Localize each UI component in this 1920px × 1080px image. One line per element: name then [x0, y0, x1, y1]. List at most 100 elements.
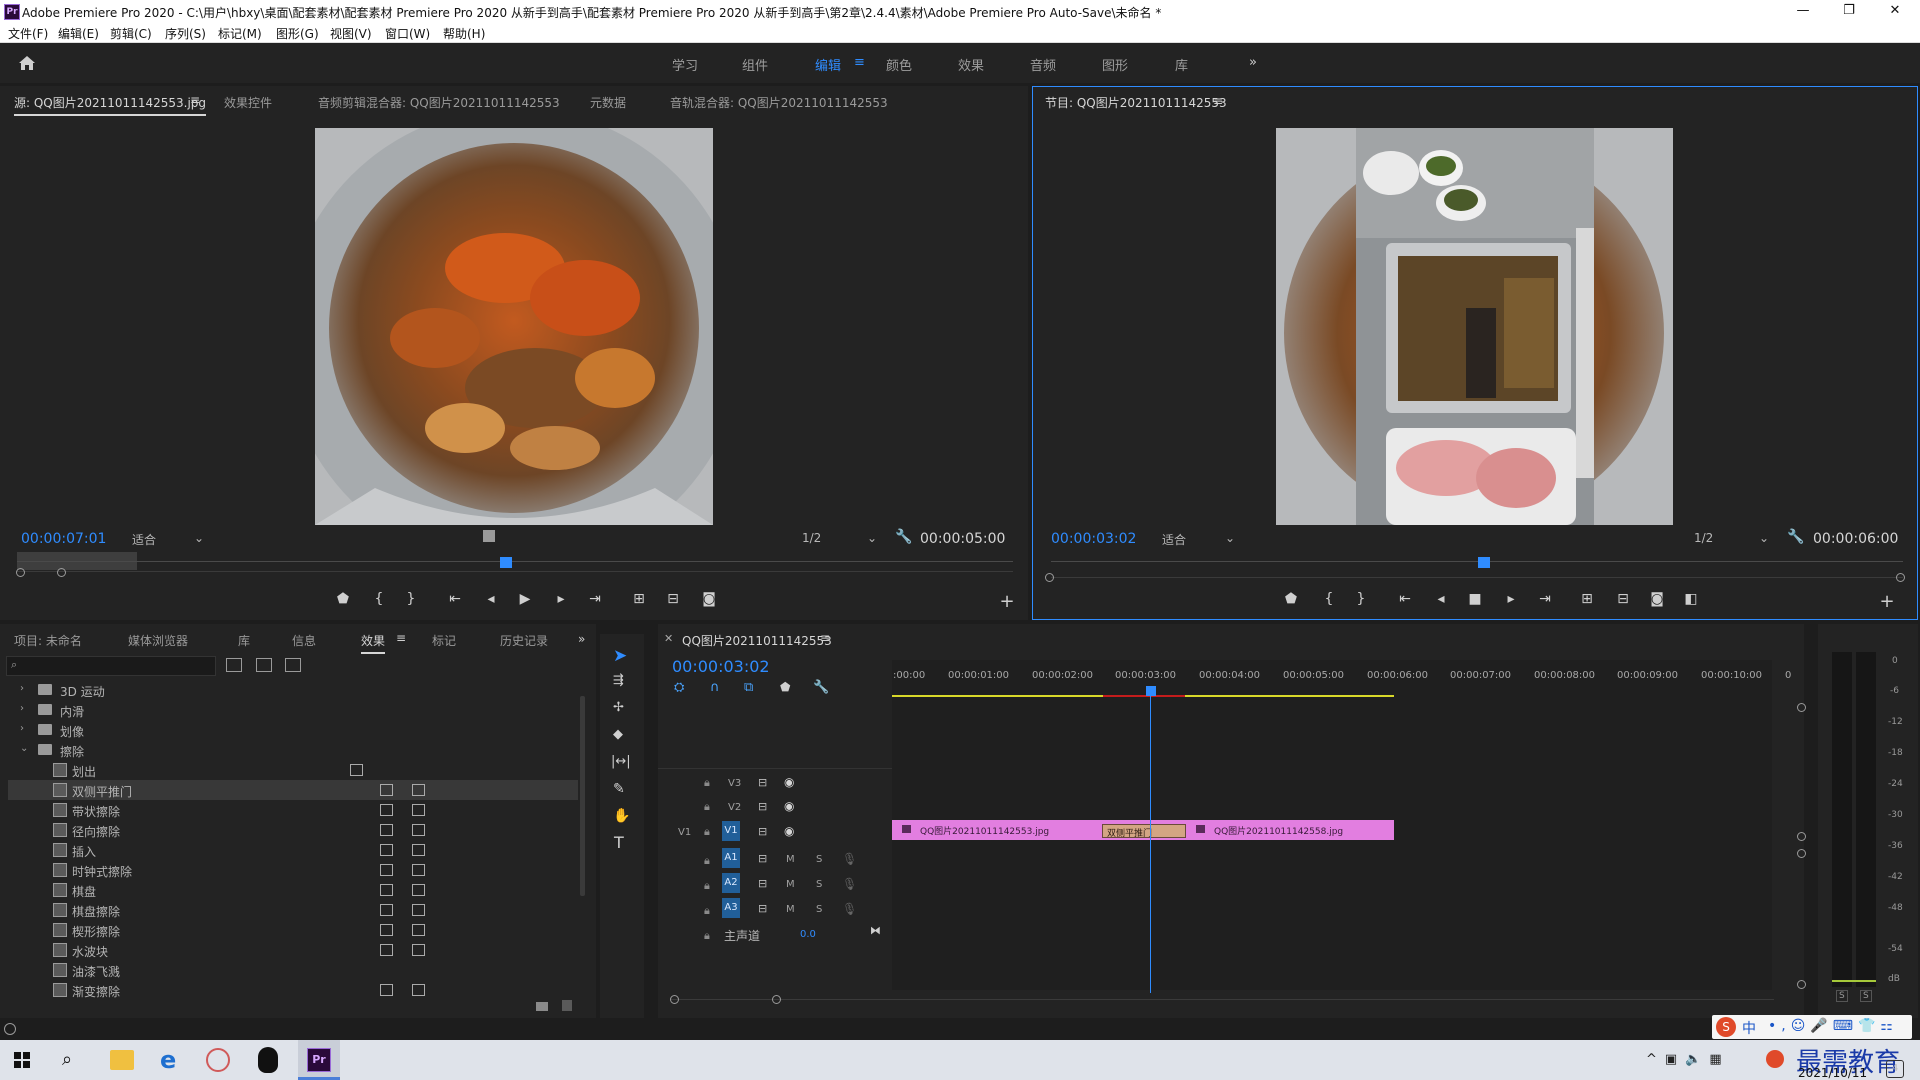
zoom-handle-left[interactable] — [16, 568, 25, 577]
lock-icon[interactable]: 🔒︎ — [704, 800, 710, 814]
effect-item[interactable]: 划出 — [8, 760, 578, 780]
mute-button[interactable]: M — [786, 854, 795, 865]
microphone-icon[interactable]: 🎙︎ — [842, 877, 857, 891]
tab-program[interactable]: 节目: QQ图片20211011142553 — [1045, 94, 1227, 111]
go-to-in-icon[interactable]: ⇤ — [1394, 591, 1416, 607]
scroll-handle[interactable] — [1797, 703, 1806, 712]
extract-icon[interactable]: ⊟ — [1612, 591, 1634, 607]
effect-item[interactable]: 时钟式擦除 — [8, 860, 578, 880]
zoom-handle-left[interactable] — [1045, 573, 1054, 582]
sync-lock-icon[interactable]: ⊟ — [758, 800, 767, 813]
lock-icon[interactable]: 🔒︎ — [704, 854, 710, 868]
sync-lock-icon[interactable]: ⊟ — [758, 877, 767, 890]
tab-effects[interactable]: 效果 — [361, 632, 386, 654]
tab-media-browser[interactable]: 媒体浏览器 — [128, 632, 188, 649]
linked-selection-icon[interactable]: ⧉ — [744, 680, 753, 695]
solo-button[interactable]: S — [816, 854, 822, 865]
home-icon[interactable] — [18, 55, 36, 71]
qq-icon[interactable] — [258, 1047, 278, 1073]
overwrite-icon[interactable]: ⊟ — [662, 591, 684, 607]
wrench-icon[interactable]: 🔧 — [813, 680, 829, 695]
clip-icon[interactable] — [483, 530, 495, 542]
program-resolution-dropdown[interactable]: 1/2 — [1694, 531, 1713, 545]
program-fit-dropdown[interactable]: 适合 — [1162, 531, 1186, 548]
search-icon[interactable]: ⌕ — [62, 1049, 72, 1070]
workspace-menu-icon[interactable]: ≡ — [854, 55, 865, 70]
zoom-handle-right[interactable] — [57, 568, 66, 577]
play-icon[interactable]: ▶ — [514, 591, 536, 607]
effect-item[interactable]: 油漆飞溅 — [8, 960, 578, 980]
effect-item-selected[interactable]: 双侧平推门 — [8, 780, 578, 800]
accelerated-effects-icon[interactable] — [226, 658, 242, 672]
menu-graphics[interactable]: 图形(G) — [276, 25, 319, 42]
tab-project[interactable]: 项目: 未命名 — [14, 632, 82, 649]
32bit-effects-icon[interactable] — [256, 658, 272, 672]
add-marker-icon[interactable]: ⬟ — [332, 591, 354, 607]
panel-menu-icon[interactable]: ≡ — [190, 93, 200, 107]
selection-tool-icon[interactable]: ➤ — [613, 646, 627, 666]
source-timecode[interactable]: 00:00:07:01 — [21, 531, 106, 547]
mute-button[interactable]: M — [786, 904, 795, 915]
tab-effect-controls[interactable]: 效果控件 — [224, 94, 272, 111]
tab-source[interactable]: 源: QQ图片20211011142553.jpg — [14, 94, 207, 116]
camera-icon[interactable]: ◙ — [698, 591, 720, 607]
button-editor-icon[interactable]: + — [1876, 591, 1898, 612]
insert-icon[interactable]: ⊞ — [628, 591, 650, 607]
mark-out-icon[interactable]: } — [400, 591, 422, 607]
effects-folder[interactable]: › 划像 — [8, 720, 578, 740]
solo-button[interactable]: S — [816, 879, 822, 890]
step-forward-icon[interactable]: ▸ — [1500, 591, 1522, 607]
eye-icon[interactable]: ◉ — [784, 824, 794, 838]
solo-left-button[interactable]: S — [1836, 990, 1848, 1002]
panel-overflow-button[interactable]: » — [578, 632, 585, 646]
sync-lock-icon[interactable]: ⊟ — [758, 776, 767, 789]
razor-tool-icon[interactable]: ◆ — [613, 727, 623, 742]
ie-browser-icon[interactable]: e — [160, 1046, 176, 1074]
delete-icon[interactable] — [562, 1000, 572, 1011]
source-fit-dropdown[interactable]: 适合 — [132, 531, 156, 548]
zoom-handle-right[interactable] — [772, 995, 781, 1004]
tab-markers[interactable]: 标记 — [432, 632, 456, 649]
close-button[interactable]: ✕ — [1872, 2, 1918, 20]
lock-icon[interactable]: 🔒︎ — [704, 904, 710, 918]
insert-overwrite-icon[interactable]: ⛭ — [674, 680, 684, 695]
track-target-a3[interactable]: A3 — [722, 898, 740, 918]
camera-icon[interactable]: ◙ — [1646, 591, 1668, 607]
workspace-tab-libraries[interactable]: 库 — [1175, 55, 1188, 74]
close-tab-icon[interactable]: ✕ — [664, 632, 673, 645]
snap-icon[interactable]: ∩ — [710, 680, 720, 695]
workspace-tab-color[interactable]: 颜色 — [886, 55, 912, 74]
eye-icon[interactable]: ◉ — [784, 799, 794, 813]
ime-language-label[interactable]: 中 — [1742, 1018, 1756, 1038]
master-volume-value[interactable]: 0.0 — [800, 929, 816, 940]
effect-item[interactable]: 渐变擦除 — [8, 980, 578, 1000]
track-select-tool-icon[interactable]: ⇶ — [613, 673, 624, 688]
effects-search-field[interactable]: ⌕ — [6, 656, 216, 676]
microphone-icon[interactable]: 🎙︎ — [842, 902, 857, 916]
sync-lock-icon[interactable]: ⊟ — [758, 902, 767, 915]
slip-tool-icon[interactable]: |↔| — [611, 754, 631, 769]
lock-icon[interactable]: 🔒︎ — [704, 929, 710, 943]
zoom-handle-left[interactable] — [670, 995, 679, 1004]
lock-icon[interactable]: 🔒︎ — [704, 776, 710, 790]
step-forward-icon[interactable]: ▸ — [550, 591, 572, 607]
step-back-icon[interactable]: ◂ — [1430, 591, 1452, 607]
menu-file[interactable]: 文件(F) — [8, 25, 48, 42]
effect-item[interactable]: 棋盘擦除 — [8, 900, 578, 920]
mark-in-icon[interactable]: { — [1318, 591, 1340, 607]
system-tray-icons[interactable]: ^▣🔈▦ — [1646, 1052, 1730, 1067]
file-explorer-icon[interactable] — [110, 1050, 134, 1070]
effects-search-input[interactable] — [25, 658, 215, 674]
effects-folder[interactable]: › 3D 运动 — [8, 680, 578, 700]
zoom-handle-right[interactable] — [1896, 573, 1905, 582]
add-marker-icon[interactable]: ⬟ — [1280, 591, 1302, 607]
effect-item[interactable]: 楔形擦除 — [8, 920, 578, 940]
workspace-tab-audio[interactable]: 音频 — [1030, 55, 1056, 74]
tab-info[interactable]: 信息 — [292, 632, 316, 649]
stop-icon[interactable]: ■ — [1464, 591, 1486, 607]
timeline-playhead-handle[interactable] — [1146, 686, 1156, 696]
sync-lock-icon[interactable]: ⊟ — [758, 852, 767, 865]
ime-tools-icon[interactable]: •,☺🎤⌨👕⚏ — [1768, 1018, 1898, 1034]
effect-item[interactable]: 带状擦除 — [8, 800, 578, 820]
effects-scrollbar[interactable] — [580, 696, 585, 896]
